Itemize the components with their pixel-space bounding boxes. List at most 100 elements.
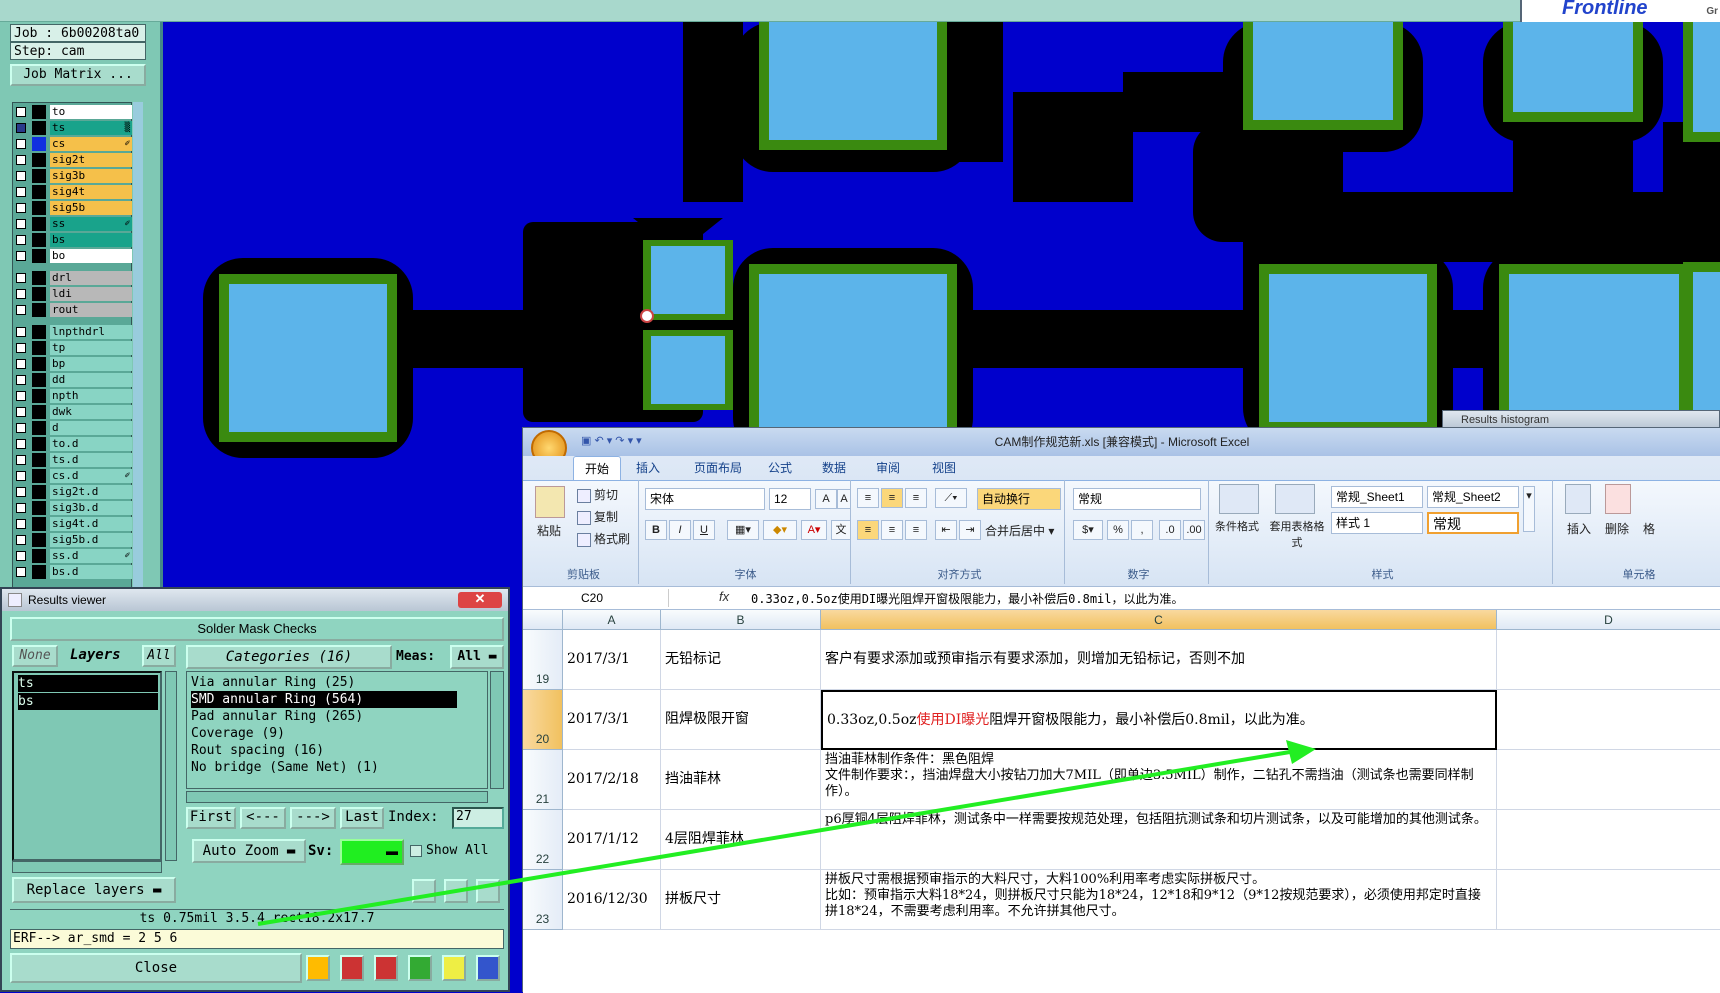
layer-name[interactable]: ts.d [50,453,132,467]
layer-color-swatch[interactable] [32,565,46,579]
copy-button[interactable]: 复制 [577,508,618,525]
layer-color-swatch[interactable] [32,437,46,451]
bold-button[interactable]: B [645,520,667,540]
table-format-button[interactable]: 套用表格格式 [1269,518,1325,550]
layer-color-swatch[interactable] [32,303,46,317]
results-viewer-titlebar[interactable]: Results viewer [2,589,508,611]
layers-result-list[interactable]: ts bs [12,671,162,861]
cell-empty[interactable] [1497,870,1720,930]
layer-checkbox[interactable] [16,487,26,497]
column-header-d[interactable]: D [1497,610,1720,630]
cell-item[interactable]: 无铅标记 [661,630,821,690]
layer-checkbox[interactable] [16,359,26,369]
layer-color-swatch[interactable] [32,121,46,135]
layer-color-swatch[interactable] [32,501,46,515]
layer-color-swatch[interactable] [32,453,46,467]
style-1[interactable]: 样式 1 [1331,512,1423,534]
layer-color-swatch[interactable] [32,517,46,531]
layer-checkbox[interactable] [16,327,26,337]
layer-row[interactable]: cs ✐ [14,137,132,151]
layer-checkbox[interactable] [16,187,26,197]
cell-date[interactable]: 2017/3/1 [563,690,661,750]
layer-row[interactable]: to.d [14,437,132,451]
layer-checkbox[interactable] [16,455,26,465]
layer-color-swatch[interactable] [32,217,46,231]
paste-icon[interactable] [535,486,565,518]
layer-checkbox[interactable] [16,235,26,245]
conditional-format-button[interactable]: 条件格式 [1215,518,1259,534]
del-icon[interactable] [412,879,436,903]
cell-description[interactable]: 0.33oz,0.5oz 使用DI曝光 阻焊开窗极限能力，最小补偿后0.8mil，以… [821,690,1497,750]
layer-list-scrollbar[interactable] [133,102,143,592]
cell-date[interactable]: 2017/1/12 [563,810,661,870]
tool-icon-2[interactable] [340,955,364,981]
layer-name[interactable]: to.d [50,437,132,451]
layer-color-swatch[interactable] [32,549,46,563]
layer-name[interactable]: dd [50,373,132,387]
format-painter-button[interactable]: 格式刷 [577,530,630,547]
column-header-b[interactable]: B [661,610,821,630]
layer-name[interactable]: npth [50,389,132,403]
layer-row[interactable]: rout [14,303,132,317]
decrease-indent-button[interactable]: ⇤ [935,520,957,540]
layer-name[interactable]: sig4t [50,185,132,199]
cell-date[interactable]: 2016/12/30 [563,870,661,930]
layer-checkbox[interactable] [16,273,26,283]
close-button[interactable]: Close [10,953,302,983]
tool-icon-1[interactable] [306,955,330,981]
layer-checkbox[interactable] [16,251,26,261]
align-center-button[interactable]: ≡ [881,520,903,540]
layer-color-swatch[interactable] [32,421,46,435]
insert-cells-button[interactable]: 插入 [1567,520,1591,537]
category-item[interactable]: Pad annular Ring (265) [191,708,457,725]
layer-row[interactable]: sig3b.d [14,501,132,515]
tab-page-layout[interactable]: 页面布局 [683,456,753,480]
cell-empty[interactable] [1497,810,1720,870]
show-all-checkbox[interactable] [410,845,422,857]
cell-description[interactable]: 拼板尺寸需根据预审指示的大料尺寸，大料100%利用率考虑实际拼板尺寸。 比如：预… [821,870,1497,930]
chart-icon[interactable] [476,955,500,981]
cell-empty[interactable] [1497,750,1720,810]
styles-scroll[interactable]: ▾ [1523,486,1535,532]
row-header[interactable]: 20 [523,690,563,750]
next-button[interactable]: ---> [290,807,336,829]
tool-icon-5[interactable] [442,955,466,981]
layer-checkbox[interactable] [16,471,26,481]
layer-name[interactable]: tp [50,341,132,355]
layer-color-swatch[interactable] [32,341,46,355]
layer-name[interactable]: sig4t.d [50,517,132,531]
layer-row[interactable]: sig5b.d [14,533,132,547]
phonetic-button[interactable]: 文 [831,520,851,540]
layer-color-swatch[interactable] [32,105,46,119]
index-input[interactable]: 27 [452,807,504,829]
layer-name[interactable]: dwk [50,405,132,419]
layer-checkbox[interactable] [16,305,26,315]
last-button[interactable]: Last [340,807,384,829]
layer-name[interactable]: sig3b [50,169,132,183]
column-header-c[interactable]: C [821,610,1497,630]
underline-button[interactable]: U [693,520,715,540]
tab-formulas[interactable]: 公式 [755,456,805,480]
layer-color-swatch[interactable] [32,249,46,263]
layer-color-swatch[interactable] [32,233,46,247]
layer-row[interactable]: to [14,105,132,119]
layer-color-swatch[interactable] [32,357,46,371]
layer-name[interactable]: ts ▒ [50,121,132,135]
layer-row[interactable]: cs.d ✐ [14,469,132,483]
border-button[interactable]: ▦▾ [727,520,759,540]
layer-color-swatch[interactable] [32,533,46,547]
cell-item[interactable]: 挡油菲林 [661,750,821,810]
layer-checkbox[interactable] [16,519,26,529]
layer-name[interactable]: sig3b.d [50,501,132,515]
layer-row[interactable]: bs.d [14,565,132,579]
layer-result-item[interactable]: ts [18,675,158,692]
undo-icon[interactable] [476,879,500,903]
layer-row[interactable]: dwk [14,405,132,419]
categories-scrollbar[interactable] [490,671,504,789]
categories-button[interactable]: Categories (16) [186,645,392,669]
layer-checkbox[interactable] [16,123,26,133]
replace-layers-select[interactable]: Replace layers ▬ [12,877,176,903]
layer-checkbox[interactable] [16,289,26,299]
layer-row[interactable]: sig4t.d [14,517,132,531]
merge-center-button[interactable]: 合并后居中 ▾ [985,522,1054,539]
